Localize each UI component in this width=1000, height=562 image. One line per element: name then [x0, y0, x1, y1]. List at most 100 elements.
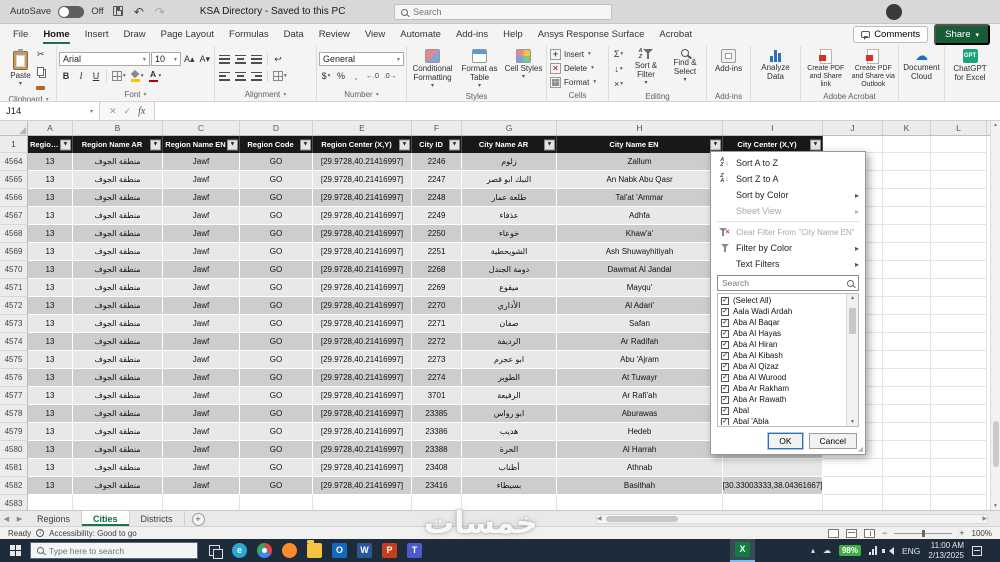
format-cells-button[interactable]: ▦ Format ▾ [549, 75, 597, 89]
edge-browser-icon[interactable]: e [227, 539, 252, 562]
menu-item-sheet-view[interactable]: Sheet View ▸ [711, 203, 865, 219]
row-number[interactable]: 4570 [0, 261, 28, 279]
font-color-button[interactable]: A ▾ [147, 69, 164, 83]
data-cell[interactable]: الرديفة [462, 333, 557, 351]
font-size-select[interactable]: 10 ▾ [150, 52, 181, 66]
filter-dropdown-button[interactable]: ▼ [150, 139, 161, 150]
data-cell[interactable]: Zallum [557, 153, 723, 171]
empty-cell[interactable] [883, 153, 931, 171]
data-cell[interactable]: منطقة الجوف [73, 279, 163, 297]
data-cell[interactable]: Jawf [163, 405, 240, 423]
data-cell[interactable]: At Tuwayr [557, 369, 723, 387]
data-cell[interactable]: 2270 [412, 297, 462, 315]
row-number[interactable]: 4576 [0, 369, 28, 387]
data-cell[interactable]: [29.9728,40.21416997] [313, 279, 412, 297]
data-cell[interactable]: GO [240, 441, 313, 459]
data-cell[interactable]: GO [240, 153, 313, 171]
data-cell[interactable]: Jawf [163, 189, 240, 207]
filter-dropdown-button[interactable]: ▼ [449, 139, 460, 150]
delete-cells-button[interactable]: × Delete ▾ [549, 61, 595, 75]
empty-cell[interactable] [823, 495, 883, 510]
empty-cell[interactable] [931, 279, 987, 297]
data-cell[interactable]: [29.9728,40.21416997] [313, 189, 412, 207]
data-cell[interactable]: GO [240, 351, 313, 369]
row-number[interactable]: 4575 [0, 351, 28, 369]
empty-cell[interactable] [883, 423, 931, 441]
empty-cell[interactable] [883, 225, 931, 243]
checkbox-checked-icon[interactable]: ✓ [721, 395, 729, 404]
analyze-data-button[interactable]: Analyze Data [753, 47, 798, 91]
underline-button[interactable]: U [89, 69, 103, 83]
vertical-scrollbar[interactable]: ▲ ▼ [990, 121, 1000, 510]
title-search-input[interactable] [413, 7, 605, 17]
powerpoint-icon[interactable]: P [377, 539, 402, 562]
decrease-decimal-button[interactable]: .0→ [382, 69, 399, 83]
data-cell[interactable]: 23388 [412, 441, 462, 459]
checkbox-checked-icon[interactable]: ✓ [721, 329, 729, 338]
empty-cell[interactable] [883, 315, 931, 333]
accounting-format-button[interactable]: $ ▾ [319, 69, 333, 83]
data-cell[interactable]: 13 [28, 423, 73, 441]
taskbar-search-input[interactable] [49, 545, 191, 556]
fill-button[interactable]: ↓ ▾ [612, 62, 626, 76]
battery-badge[interactable]: 98% [838, 545, 861, 556]
copy-button[interactable] [34, 64, 48, 78]
data-cell[interactable]: منطقة الجوف [73, 333, 163, 351]
empty-cell[interactable] [931, 351, 987, 369]
data-cell[interactable]: الحرة [462, 441, 557, 459]
empty-cell[interactable] [931, 153, 987, 171]
data-cell[interactable]: 2269 [412, 279, 462, 297]
data-cell[interactable]: Tal'at 'Ammar [557, 189, 723, 207]
ok-button[interactable]: OK [767, 432, 804, 450]
empty-cell[interactable] [823, 477, 883, 495]
firefox-icon[interactable] [277, 539, 302, 562]
column-header-f[interactable]: F [412, 121, 462, 135]
addins-button[interactable]: Add-ins [709, 47, 748, 91]
align-left-button[interactable] [217, 69, 232, 83]
row-number[interactable]: 4566 [0, 189, 28, 207]
checkbox-checked-icon[interactable]: ✓ [721, 307, 729, 316]
data-cell[interactable]: زلوم [462, 153, 557, 171]
scroll-up-icon[interactable]: ▲ [850, 295, 855, 301]
data-cell[interactable]: Al Adari' [557, 297, 723, 315]
data-cell[interactable]: [29.9728,40.21416997] [313, 441, 412, 459]
data-cell[interactable]: منطقة الجوف [73, 261, 163, 279]
data-cell[interactable]: GO [240, 315, 313, 333]
data-cell[interactable] [313, 495, 412, 510]
enter-entry-icon[interactable]: ✓ [124, 106, 132, 117]
data-cell[interactable]: 13 [28, 207, 73, 225]
data-cell[interactable] [240, 495, 313, 510]
row-number[interactable]: 4564 [0, 153, 28, 171]
empty-cell[interactable] [883, 136, 931, 153]
row-number[interactable]: 4581 [0, 459, 28, 477]
data-cell[interactable]: ابو عجرم [462, 351, 557, 369]
checkbox-checked-icon[interactable]: ✓ [721, 406, 729, 415]
conditional-formatting-button[interactable]: Conditional Formatting ▾ [410, 47, 456, 91]
bottom-align-button[interactable] [249, 52, 264, 66]
data-cell[interactable]: 13 [28, 243, 73, 261]
data-cell[interactable]: Ash Shuwayhitiyah [557, 243, 723, 261]
action-center-icon[interactable] [972, 545, 982, 556]
empty-cell[interactable] [883, 351, 931, 369]
empty-cell[interactable] [931, 243, 987, 261]
data-cell[interactable]: أظناب [462, 459, 557, 477]
data-cell[interactable]: [29.9728,40.21416997] [313, 315, 412, 333]
data-cell[interactable]: منطقة الجوف [73, 207, 163, 225]
undo-button[interactable]: ↶ [132, 5, 146, 19]
data-cell[interactable]: منطقة الجوف [73, 225, 163, 243]
empty-cell[interactable] [883, 279, 931, 297]
empty-cell[interactable] [883, 297, 931, 315]
data-cell[interactable]: 2246 [412, 153, 462, 171]
sheet-tab-regions[interactable]: Regions [26, 511, 83, 526]
empty-cell[interactable] [883, 495, 931, 510]
empty-cell[interactable] [883, 369, 931, 387]
empty-cell[interactable] [931, 441, 987, 459]
data-cell[interactable]: GO [240, 297, 313, 315]
cancel-button[interactable]: Cancel [808, 433, 857, 449]
data-cell[interactable]: 23385 [412, 405, 462, 423]
data-cell[interactable]: منطقة الجوف [73, 351, 163, 369]
data-cell[interactable]: [29.9728,40.21416997] [313, 405, 412, 423]
data-cell[interactable]: [29.9728,40.21416997] [313, 261, 412, 279]
data-cell[interactable]: Jawf [163, 243, 240, 261]
ribbon-tab-ansys-response-surface[interactable]: Ansys Response Surface [531, 25, 652, 44]
